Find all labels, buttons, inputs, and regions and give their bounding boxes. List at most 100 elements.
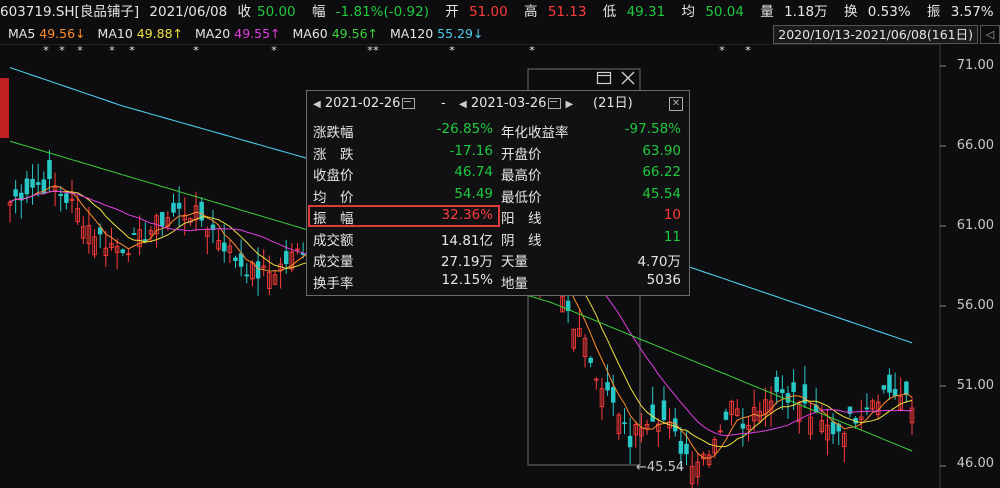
prev-arrow-icon[interactable]: ◀ bbox=[313, 99, 321, 110]
close-label: 收 bbox=[237, 4, 252, 20]
candle-body bbox=[176, 202, 182, 209]
ma5-label[interactable]: MA5 bbox=[8, 26, 35, 41]
event-star-icon: * bbox=[719, 44, 725, 57]
low-label: 低 bbox=[602, 4, 617, 20]
candle-body bbox=[64, 193, 69, 203]
candle-body bbox=[864, 407, 870, 410]
stat-value: -97.58% bbox=[624, 121, 681, 137]
open-label: 开 bbox=[445, 4, 459, 20]
stat-value: -26.85% bbox=[436, 121, 493, 137]
event-star-icon: * bbox=[129, 44, 135, 57]
ma10-value: 49.88↑ bbox=[136, 26, 184, 41]
high-label: 高 bbox=[524, 4, 538, 20]
stat-value: 27.19万 bbox=[440, 254, 493, 270]
stat-value: 12.15% bbox=[441, 271, 493, 288]
y-tick-label: 51.00 bbox=[956, 378, 994, 393]
stat-value: 14.81亿 bbox=[440, 232, 493, 249]
close-icon[interactable]: ✕ bbox=[669, 97, 683, 111]
stat-label: 开盘价 bbox=[501, 146, 542, 163]
close-icon[interactable] bbox=[620, 70, 636, 86]
avg-field: 均 50.04 bbox=[682, 4, 750, 20]
candle-body bbox=[780, 389, 785, 394]
candle-body bbox=[588, 357, 593, 363]
period-days: (21日) bbox=[593, 96, 633, 111]
candle-body bbox=[255, 261, 261, 279]
quote-header: 603719.SH[良品铺子] 2021/06/08 收 50.00 幅 -1.8… bbox=[0, 0, 1000, 24]
stat-label: 涨跌幅 bbox=[313, 125, 354, 141]
calendar-icon[interactable] bbox=[402, 98, 416, 109]
candle-body bbox=[120, 249, 125, 254]
prev-arrow-icon[interactable]: ◀ bbox=[459, 99, 467, 110]
close-field: 收 50.00 bbox=[238, 4, 302, 20]
candle-body bbox=[627, 435, 633, 448]
stat-label: 换手率 bbox=[313, 275, 354, 292]
candle-body bbox=[774, 376, 779, 393]
event-star-icon: * bbox=[193, 44, 199, 57]
avg-value: 50.04 bbox=[705, 4, 744, 20]
event-star-icon: * bbox=[449, 44, 455, 57]
turnover-value: 0.53% bbox=[867, 4, 911, 20]
low-field: 低 49.31 bbox=[603, 4, 671, 20]
candle-body bbox=[283, 251, 289, 265]
date-separator: - bbox=[441, 96, 446, 111]
ma20-label[interactable]: MA20 bbox=[195, 26, 230, 41]
high-field: 高 51.13 bbox=[524, 4, 592, 20]
ma120-label[interactable]: MA120 bbox=[390, 26, 433, 41]
event-star-icon: * bbox=[271, 44, 277, 57]
stock-symbol[interactable]: 603719.SH[良品铺子] bbox=[0, 4, 139, 20]
start-date[interactable]: 2021-02-26 bbox=[325, 96, 401, 111]
close-value: 50.00 bbox=[257, 4, 296, 20]
candle-body bbox=[904, 381, 909, 396]
candle-body bbox=[684, 443, 689, 455]
candle-body bbox=[678, 440, 684, 454]
low-value: 49.31 bbox=[626, 4, 666, 20]
stat-value: 10 bbox=[663, 207, 681, 223]
y-tick-label: 56.00 bbox=[956, 298, 994, 313]
maximize-icon[interactable] bbox=[596, 70, 612, 86]
calendar-icon[interactable] bbox=[548, 98, 562, 109]
event-star-icon: * bbox=[59, 44, 65, 57]
end-date[interactable]: 2021-03-26 bbox=[471, 96, 547, 111]
amplitude-value: 3.57% bbox=[950, 4, 994, 20]
stat-label: 年化收益率 bbox=[501, 125, 569, 141]
stat-label: 最高价 bbox=[501, 168, 542, 184]
candle-body bbox=[892, 388, 898, 396]
stat-value: 63.90 bbox=[642, 142, 681, 159]
stat-value: 11 bbox=[663, 228, 681, 245]
volume-field: 量 1.18万 bbox=[760, 4, 833, 20]
candle-body bbox=[610, 387, 616, 403]
change-label: 幅 bbox=[311, 4, 326, 20]
stat-label: 阴 线 bbox=[501, 232, 542, 249]
change-field: 幅 -1.81%(-0.92) bbox=[312, 4, 435, 20]
candle-body bbox=[47, 159, 52, 180]
volume-value: 1.18万 bbox=[784, 4, 828, 20]
candle-body bbox=[58, 194, 63, 197]
ma60-label[interactable]: MA60 bbox=[293, 26, 328, 41]
event-star-icon: * bbox=[43, 44, 49, 57]
candle-body bbox=[661, 400, 667, 420]
stat-value: 4.70万 bbox=[637, 254, 681, 270]
y-tick-label: 71.00 bbox=[956, 58, 994, 73]
event-star-icon: * bbox=[77, 44, 83, 57]
candle-body bbox=[131, 233, 137, 236]
amplitude-field: 振 3.57% bbox=[927, 4, 1000, 20]
y-tick-label: 66.00 bbox=[956, 138, 994, 153]
end-date-picker[interactable]: ◀ 2021-03-26 ▶ bbox=[459, 95, 573, 113]
candle-body bbox=[13, 189, 18, 197]
stat-label: 阳 线 bbox=[501, 211, 542, 227]
collapse-handle[interactable]: ◁ bbox=[980, 25, 1000, 44]
start-date-picker[interactable]: ◀ 2021-02-26 bbox=[313, 95, 416, 113]
stat-value: 54.49 bbox=[454, 185, 493, 202]
candle-body bbox=[740, 423, 746, 429]
stat-value: -17.16 bbox=[449, 142, 493, 159]
open-field: 开 51.00 bbox=[445, 4, 513, 20]
date-range-selector[interactable]: 2020/10/13-2021/06/08(161日) bbox=[773, 25, 978, 44]
period-low-annotation: ←45.54 bbox=[636, 460, 685, 475]
ma10-label[interactable]: MA10 bbox=[98, 26, 133, 41]
candle-body bbox=[791, 382, 796, 392]
candle-body bbox=[723, 411, 729, 420]
next-arrow-icon[interactable]: ▶ bbox=[566, 99, 574, 110]
stat-label: 地量 bbox=[501, 275, 528, 292]
event-star-icon: * bbox=[373, 44, 379, 57]
high-value: 51.13 bbox=[547, 4, 587, 20]
